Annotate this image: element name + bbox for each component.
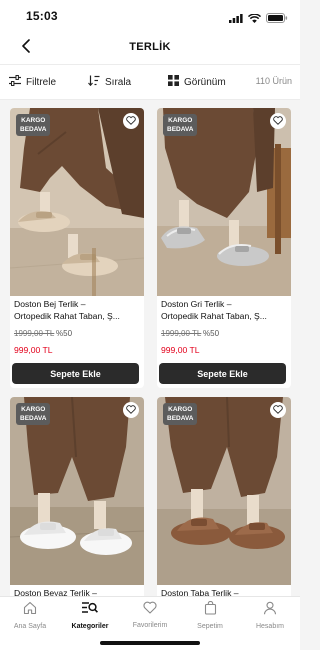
product-name-line: Doston Bej Terlik – [14, 299, 86, 309]
add-to-cart-button[interactable]: Sepete Ekle [159, 363, 286, 384]
view-button[interactable]: Görünüm [168, 75, 226, 89]
favorite-button[interactable] [270, 402, 286, 418]
status-bar: 15:03 [0, 0, 300, 32]
discount-rate: %50 [56, 329, 73, 338]
heart-icon [143, 601, 157, 619]
product-image[interactable]: KARGO BEDAVA [10, 397, 144, 585]
tab-label: Ana Sayfa [13, 623, 47, 630]
add-to-cart-button[interactable]: Sepete Ekle [12, 363, 139, 384]
grid-view-icon [168, 75, 179, 89]
product-card[interactable]: KARGO BEDAVA Doston Gri Terlik – Ortoped… [157, 108, 291, 388]
product-name-line: Doston Taba Terlik – [161, 588, 239, 596]
badge-line: BEDAVA [20, 126, 47, 133]
sliders-icon [9, 75, 21, 89]
heart-icon [273, 112, 283, 130]
favorite-button[interactable] [123, 402, 139, 418]
free-shipping-badge: KARGO BEDAVA [163, 114, 198, 136]
tab-account[interactable]: Hesabım [240, 601, 300, 631]
sale-price: 999,00 TL [161, 345, 200, 355]
favorite-button[interactable] [123, 113, 139, 129]
filter-label: Filtrele [26, 76, 57, 88]
favorite-button[interactable] [270, 113, 286, 129]
discount-rate: %50 [203, 329, 220, 338]
old-price: 1999,00 TL [161, 329, 202, 338]
heart-icon [126, 401, 136, 419]
badge-line: BEDAVA [167, 415, 194, 422]
badge-line: BEDAVA [20, 415, 47, 422]
product-name-line: Doston Gri Terlik – [161, 299, 232, 309]
product-grid: KARGO BEDAVA Doston Bej Terlik – Ortoped… [0, 101, 300, 596]
tab-label: Sepetim [197, 623, 223, 630]
tab-categories[interactable]: Kategoriler [60, 601, 120, 631]
badge-line: KARGO [21, 117, 46, 124]
product-name[interactable]: Doston Gri Terlik – Ortopedik Rahat Taba… [161, 298, 289, 322]
heart-icon [126, 112, 136, 130]
status-time: 15:03 [26, 9, 58, 23]
tab-cart[interactable]: Sepetim [180, 600, 240, 631]
product-card[interactable]: KARGO BEDAVA Doston Bej Terlik – Ortoped… [10, 108, 144, 388]
nav-header: TERLİK [0, 32, 300, 64]
badge-line: KARGO [168, 406, 193, 413]
badge-line: KARGO [168, 117, 193, 124]
signal-icon [229, 10, 243, 28]
badge-line: BEDAVA [167, 126, 194, 133]
product-name[interactable]: Doston Beyaz Terlik – [14, 587, 142, 596]
home-indicator [100, 641, 200, 645]
wifi-icon [247, 10, 262, 28]
free-shipping-badge: KARGO BEDAVA [16, 114, 51, 136]
filter-toolbar: Filtrele Sırala Görünüm 110 Ürün [0, 64, 300, 100]
product-name-line: Doston Beyaz Terlik – [14, 588, 97, 596]
tab-label: Hesabım [255, 623, 284, 630]
user-icon [263, 601, 277, 620]
tab-home[interactable]: Ana Sayfa [0, 601, 60, 631]
view-label: Görünüm [184, 76, 226, 88]
tab-label: Favorilerim [132, 622, 168, 629]
product-name[interactable]: Doston Bej Terlik – Ortopedik Rahat Taba… [14, 298, 142, 322]
page-title: TERLİK [129, 41, 171, 53]
badge-line: KARGO [21, 406, 46, 413]
product-image[interactable]: KARGO BEDAVA [157, 108, 291, 296]
home-icon [23, 601, 37, 620]
product-name[interactable]: Doston Taba Terlik – [161, 587, 289, 596]
filter-button[interactable]: Filtrele [9, 75, 56, 89]
product-name-line: Ortopedik Rahat Taban, Ş... [161, 311, 267, 321]
sort-button[interactable]: Sırala [88, 75, 131, 89]
battery-icon [266, 10, 288, 28]
tab-favorites[interactable]: Favorilerim [120, 601, 180, 631]
sort-label: Sırala [105, 76, 132, 88]
product-card[interactable]: KARGO BEDAVA Doston Taba Terlik – [157, 397, 291, 596]
product-card[interactable]: KARGO BEDAVA Doston Beyaz Terlik – [10, 397, 144, 596]
tab-label: Kategoriler [71, 623, 109, 630]
sale-price: 999,00 TL [14, 345, 53, 355]
free-shipping-badge: KARGO BEDAVA [163, 403, 198, 425]
free-shipping-badge: KARGO BEDAVA [16, 403, 51, 425]
product-count: 110 Ürün [255, 76, 292, 86]
product-image[interactable]: KARGO BEDAVA [10, 108, 144, 296]
status-icons [229, 10, 288, 28]
category-search-icon [82, 601, 98, 620]
product-image[interactable]: KARGO BEDAVA [157, 397, 291, 585]
product-name-line: Ortopedik Rahat Taban, Ş... [14, 311, 120, 321]
sort-icon [88, 75, 100, 89]
cart-bag-icon [204, 600, 217, 620]
old-price: 1999,00 TL [14, 329, 55, 338]
heart-icon [273, 401, 283, 419]
